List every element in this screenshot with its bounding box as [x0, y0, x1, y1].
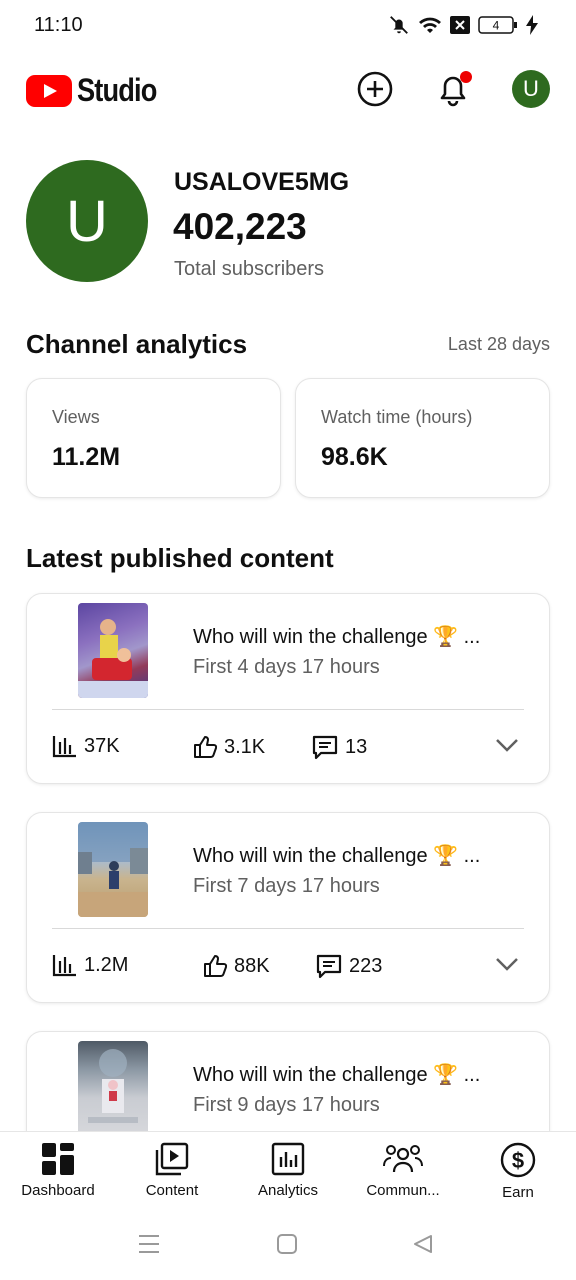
nav-dashboard[interactable]: Dashboard — [3, 1142, 113, 1199]
youtube-play-icon — [26, 74, 72, 107]
video-stats: 37K 3.1K 13 — [52, 734, 522, 762]
video-card[interactable]: Who will win the challenge 🏆 ... First 7… — [26, 812, 550, 1003]
channel-header: U USALOVE5MG 402,223 Total subscribers — [26, 160, 550, 282]
studio-logo[interactable]: Studio — [26, 72, 171, 109]
latest-content-title: Latest published content — [26, 543, 334, 573]
app-bar: Studio U — [0, 60, 576, 124]
nav-content[interactable]: Content — [117, 1142, 227, 1199]
svg-text:$: $ — [512, 1148, 524, 1173]
video-stats: 1.2M 88K 223 — [52, 953, 522, 981]
video-title: Who will win the challenge 🏆 ... — [193, 1064, 481, 1086]
video-thumbnail — [78, 603, 148, 698]
earn-icon: $ — [500, 1142, 536, 1178]
watch-time-card[interactable]: Watch time (hours) 98.6K — [295, 378, 550, 498]
status-icons: 4 — [388, 14, 538, 36]
views-label: Views — [52, 407, 100, 427]
views-stat: 1.2M — [52, 953, 128, 977]
square-icon — [277, 1234, 297, 1254]
video-subtitle: First 7 days 17 hours — [193, 875, 380, 897]
bar-chart-icon — [52, 736, 76, 758]
bottom-navigation: Dashboard Content Analytics Commun... $ — [0, 1131, 576, 1211]
likes-count: 88K — [234, 954, 270, 977]
comment-icon — [316, 954, 342, 979]
video-thumbnail — [78, 1041, 148, 1136]
notifications-button[interactable] — [434, 70, 472, 108]
home-button[interactable] — [276, 1233, 298, 1260]
battery-level: 4 — [493, 19, 500, 33]
nav-label: Earn — [502, 1184, 534, 1201]
battery-icon: 4 — [478, 16, 517, 34]
video-thumbnail — [78, 822, 148, 917]
wifi-icon — [419, 17, 441, 33]
nav-label: Commun... — [366, 1182, 440, 1199]
channel-avatar: U — [26, 160, 148, 282]
views-count: 37K — [84, 734, 120, 757]
channel-name: USALOVE5MG — [174, 168, 350, 196]
status-bar: 11:10 4 — [0, 0, 576, 52]
views-stat: 37K — [52, 734, 120, 758]
recents-button[interactable] — [138, 1233, 160, 1260]
create-button[interactable] — [356, 70, 394, 108]
system-navigation — [0, 1211, 576, 1280]
community-icon — [383, 1145, 423, 1173]
video-title: Who will win the challenge 🏆 ... — [193, 626, 481, 648]
nav-community[interactable]: Commun... — [348, 1142, 458, 1199]
nav-analytics[interactable]: Analytics — [233, 1142, 343, 1199]
dashboard-icon — [42, 1143, 74, 1175]
video-subtitle: First 4 days 17 hours — [193, 656, 380, 678]
subscriber-label: Total subscribers — [174, 258, 325, 280]
logo-text: Studio — [77, 72, 157, 108]
nav-label: Content — [145, 1182, 199, 1199]
chevron-down-icon — [496, 739, 518, 752]
analytics-title: Channel analytics — [26, 329, 248, 359]
analytics-icon — [271, 1142, 305, 1176]
back-triangle-icon — [414, 1235, 432, 1253]
likes-stat: 88K — [202, 953, 270, 979]
sim-blocked-icon — [450, 16, 470, 34]
account-avatar[interactable]: U — [512, 70, 550, 108]
views-count: 1.2M — [84, 953, 129, 976]
nav-earn[interactable]: $ Earn — [463, 1142, 573, 1201]
divider — [52, 709, 524, 710]
mute-bell-icon — [390, 16, 408, 34]
thumb-up-icon — [204, 955, 228, 977]
top-actions: U — [356, 70, 550, 108]
thumb-up-icon — [194, 736, 218, 758]
charging-icon — [526, 15, 538, 35]
comments-count: 13 — [345, 735, 368, 758]
subscriber-count: 402,223 — [173, 206, 307, 247]
menu-icon — [139, 1235, 159, 1253]
nav-label: Dashboard — [21, 1182, 95, 1199]
comments-count: 223 — [349, 954, 383, 977]
expand-button[interactable] — [495, 956, 519, 977]
back-button[interactable] — [412, 1233, 434, 1260]
likes-stat: 3.1K — [192, 734, 265, 760]
expand-button[interactable] — [495, 737, 519, 758]
video-title: Who will win the challenge 🏆 ... — [193, 845, 481, 867]
watch-time-value: 98.6K — [321, 443, 388, 471]
bar-chart-icon — [52, 955, 76, 977]
analytics-period[interactable]: Last 28 days — [448, 334, 550, 355]
chevron-down-icon — [496, 958, 518, 971]
comment-icon — [312, 735, 338, 760]
video-subtitle: First 9 days 17 hours — [193, 1094, 380, 1116]
notification-dot — [460, 71, 472, 83]
status-time: 11:10 — [34, 14, 83, 36]
views-value: 11.2M — [52, 443, 121, 471]
video-card[interactable]: Who will win the challenge 🏆 ... First 4… — [26, 593, 550, 784]
add-circle-icon — [357, 71, 393, 107]
watch-time-label: Watch time (hours) — [321, 407, 473, 427]
content-icon — [155, 1142, 189, 1176]
likes-count: 3.1K — [224, 735, 266, 758]
comments-stat: 13 — [311, 734, 367, 760]
views-card[interactable]: Views 11.2M — [26, 378, 281, 498]
divider — [52, 928, 524, 929]
nav-label: Analytics — [257, 1182, 319, 1199]
comments-stat: 223 — [315, 953, 382, 979]
